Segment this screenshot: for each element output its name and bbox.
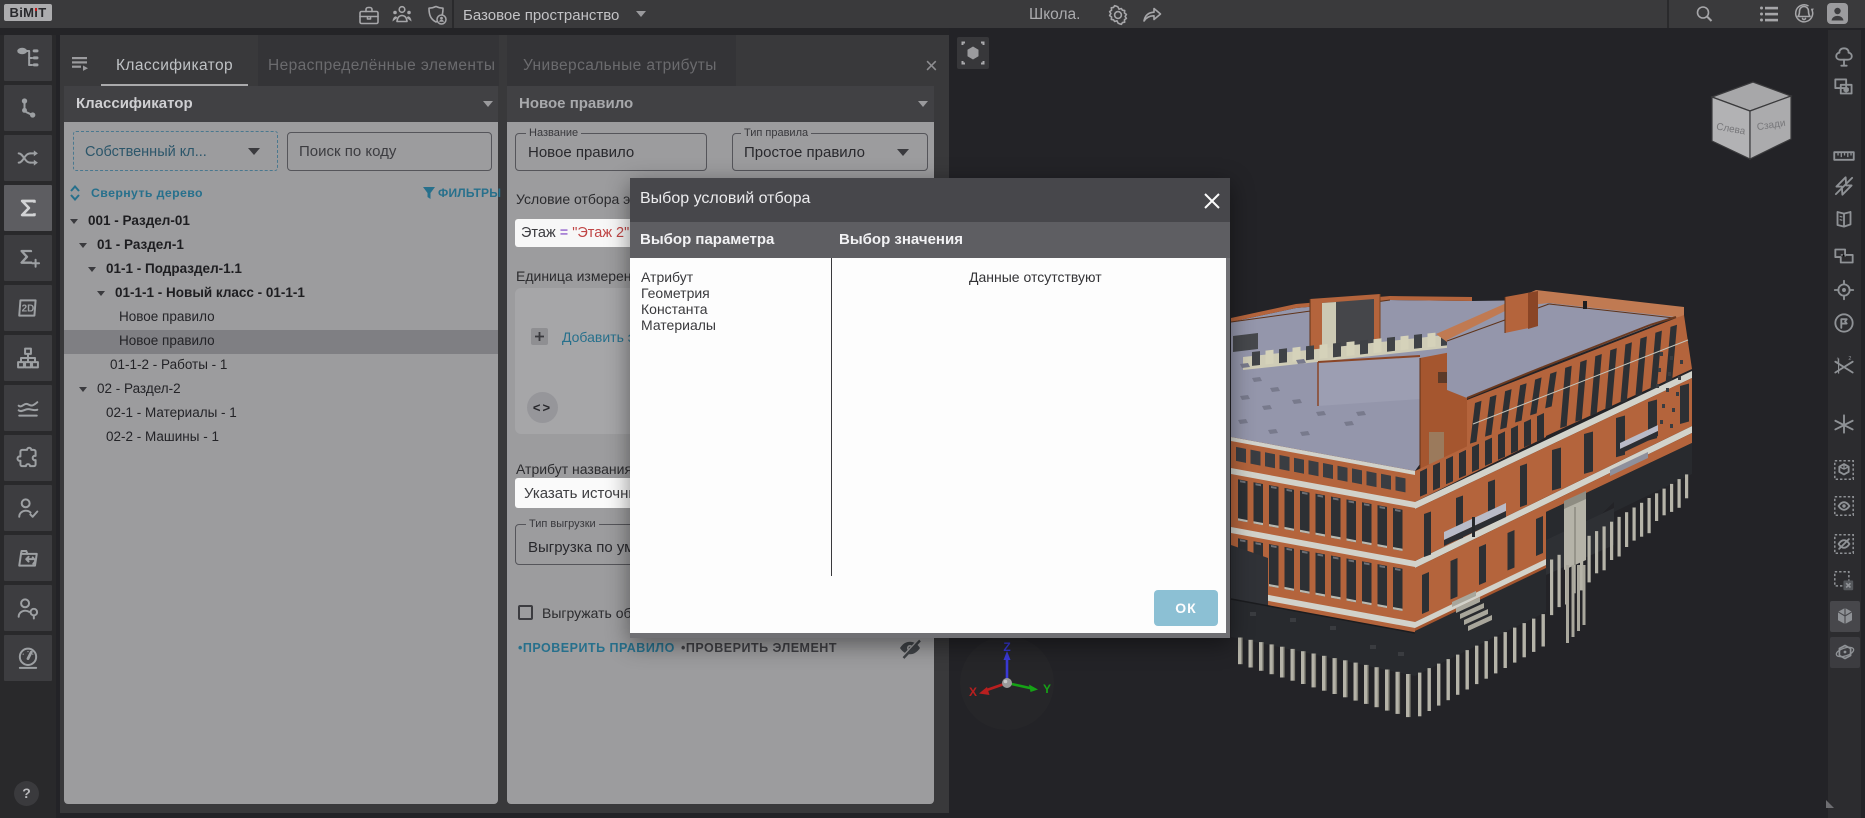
svg-text:2: 2 bbox=[1848, 356, 1851, 362]
svg-text:X: X bbox=[969, 685, 977, 699]
svg-text:1: 1 bbox=[1836, 358, 1839, 364]
svg-text:Z: Z bbox=[1003, 640, 1010, 654]
svg-text:2D: 2D bbox=[22, 304, 35, 315]
svg-text:Y: Y bbox=[1043, 682, 1051, 696]
